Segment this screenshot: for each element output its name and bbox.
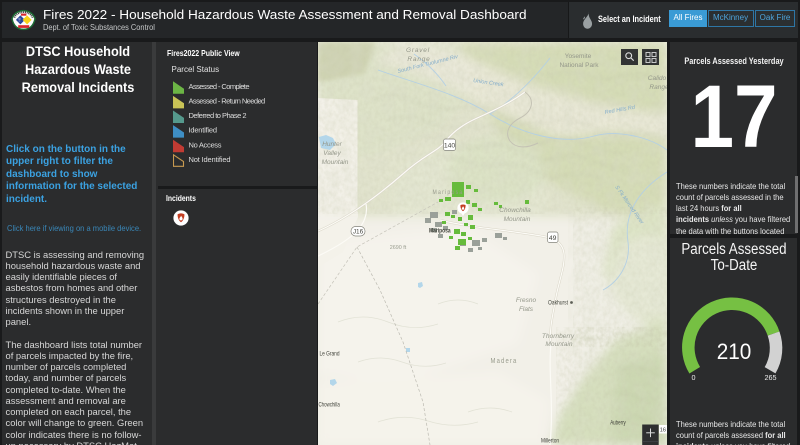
svg-text:Mariposa: Mariposa xyxy=(429,227,451,234)
svg-text:Mariposa: Mariposa xyxy=(433,189,464,196)
svg-text:Assessed - Complete: Assessed - Complete xyxy=(189,82,250,91)
svg-text:Millerton: Millerton xyxy=(541,438,559,445)
svg-text:Flats: Flats xyxy=(519,306,534,313)
svg-text:16: 16 xyxy=(660,428,666,434)
svg-text:Le Grand: Le Grand xyxy=(320,351,340,358)
svg-text:Valley: Valley xyxy=(323,150,341,157)
svg-text:Deferred to Phase 2: Deferred to Phase 2 xyxy=(189,111,247,120)
svg-text:Madera: Madera xyxy=(491,356,518,365)
svg-text:Oakhurst: Oakhurst xyxy=(548,300,568,307)
svg-text:140: 140 xyxy=(444,143,456,150)
svg-text:2690 ft: 2690 ft xyxy=(390,245,407,251)
svg-text:Identified: Identified xyxy=(189,126,218,135)
svg-text:Gravel: Gravel xyxy=(406,47,430,54)
svg-text:0: 0 xyxy=(692,373,696,382)
svg-text:Assessed - Return Needed: Assessed - Return Needed xyxy=(189,97,266,106)
svg-text:Calido: Calido xyxy=(648,75,667,82)
svg-text:Auberry: Auberry xyxy=(610,420,626,427)
svg-text:Thornberry: Thornberry xyxy=(542,333,575,340)
svg-text:Yosemite: Yosemite xyxy=(565,53,592,60)
svg-text:National Park: National Park xyxy=(559,62,599,69)
svg-text:Fresno: Fresno xyxy=(516,297,537,304)
svg-text:No Access: No Access xyxy=(189,140,222,149)
svg-text:Not Identified: Not Identified xyxy=(189,155,231,164)
svg-text:J16: J16 xyxy=(353,229,364,236)
svg-text:210: 210 xyxy=(717,339,752,364)
svg-text:Chowchilla: Chowchilla xyxy=(499,207,531,214)
svg-text:Range: Range xyxy=(649,84,667,91)
svg-text:Hunter: Hunter xyxy=(322,141,342,148)
svg-text:Mountain: Mountain xyxy=(322,159,349,166)
svg-text:Mountain: Mountain xyxy=(504,216,531,223)
svg-text:Mountain: Mountain xyxy=(545,341,572,348)
svg-text:265: 265 xyxy=(765,373,777,382)
svg-text:49: 49 xyxy=(549,235,557,242)
svg-text:Chowchilla: Chowchilla xyxy=(319,402,341,409)
